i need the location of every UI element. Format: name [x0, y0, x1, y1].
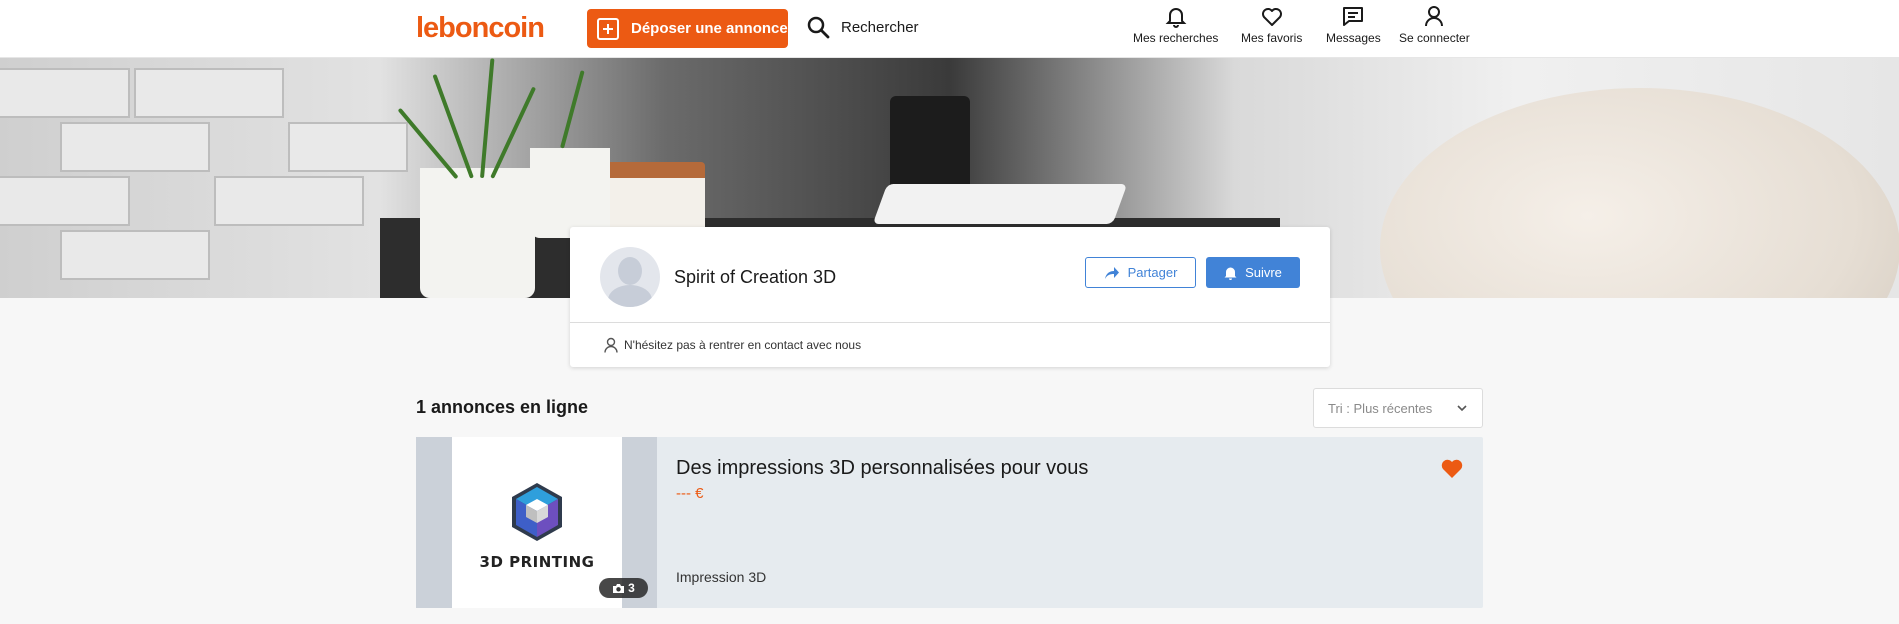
nav-label: Mes recherches [1133, 31, 1219, 45]
listings-count-title: 1 annonces en ligne [416, 397, 589, 417]
post-ad-button[interactable]: Déposer une annonce [587, 9, 788, 48]
photo-count-badge: 3 [599, 578, 648, 598]
top-header: leboncoin Déposer une annonce Rechercher… [0, 0, 1899, 58]
sort-select[interactable]: Tri : Plus récentes [1313, 388, 1483, 428]
listing-image: 3D PRINTING [452, 437, 622, 608]
listing-price: --- € [676, 485, 704, 502]
search-icon [807, 16, 830, 39]
share-arrow-icon [1104, 266, 1119, 279]
nav-label: Se connecter [1399, 31, 1470, 45]
listing-title[interactable]: Des impressions 3D personnalisées pour v… [676, 457, 1088, 480]
follow-label: Suivre [1245, 265, 1282, 280]
leboncoin-logo[interactable]: leboncoin [416, 12, 545, 45]
nav-my-favorites[interactable]: Mes favoris [1241, 4, 1302, 45]
chevron-down-icon [1457, 405, 1467, 412]
listing-card[interactable]: 3D PRINTING 3 Des impressions 3D personn… [416, 437, 1483, 608]
profile-note-text: N'hésitez pas à rentrer en contact avec … [624, 338, 862, 352]
bell-icon [1165, 8, 1187, 28]
message-icon [1343, 7, 1364, 26]
bell-icon [1224, 267, 1237, 280]
listing-image-frame: 3D PRINTING 3 [416, 437, 657, 608]
photo-count: 3 [628, 581, 635, 595]
nav-my-searches[interactable]: Mes recherches [1133, 4, 1218, 45]
user-icon [1425, 6, 1444, 27]
share-button[interactable]: Partager [1085, 257, 1196, 288]
post-ad-label: Déposer une annonce [631, 20, 788, 37]
heart-icon [1261, 8, 1282, 26]
camera-icon [613, 583, 625, 593]
search-button[interactable]: Rechercher [806, 15, 919, 39]
user-icon [604, 337, 618, 353]
nav-login[interactable]: Se connecter [1399, 4, 1470, 45]
profile-note: N'hésitez pas à rentrer en contact avec … [604, 337, 861, 353]
search-label: Rechercher [841, 18, 919, 36]
nav-messages[interactable]: Messages [1326, 4, 1381, 45]
nav-label: Mes favoris [1241, 31, 1303, 45]
sort-label: Tri : Plus récentes [1328, 400, 1433, 416]
favorite-heart-icon[interactable] [1440, 457, 1464, 479]
listing-image-label: 3D PRINTING [479, 553, 595, 571]
avatar [600, 247, 660, 307]
shop-name: Spirit of Creation 3D [674, 267, 837, 287]
follow-button[interactable]: Suivre [1206, 257, 1300, 288]
nav-label: Messages [1326, 31, 1381, 45]
profile-card: Spirit of Creation 3D Partager Suivre N'… [570, 227, 1330, 367]
plus-icon [597, 17, 619, 40]
divider [570, 322, 1330, 323]
listing-category: Impression 3D [676, 569, 767, 585]
3d-printing-logo-icon [512, 483, 562, 541]
share-label: Partager [1127, 265, 1178, 280]
